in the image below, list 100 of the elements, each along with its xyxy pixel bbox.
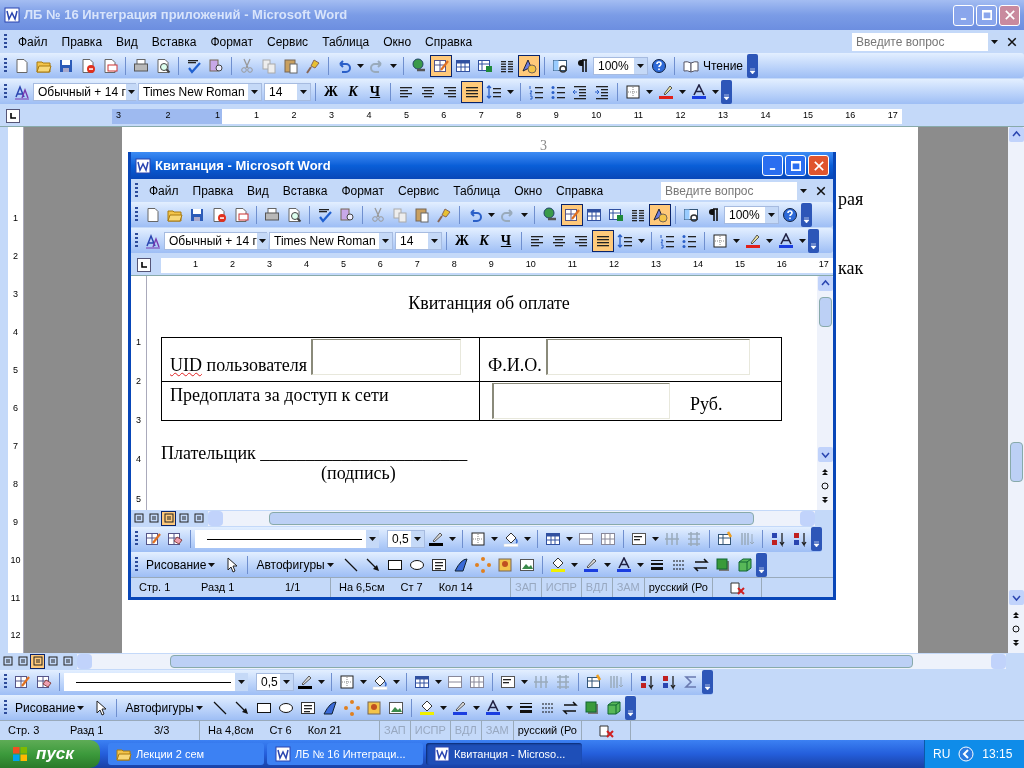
italic-button[interactable]: К (342, 81, 364, 102)
ruler-number: 5 (136, 492, 141, 506)
italic-button[interactable]: К (473, 230, 495, 251)
reading-button[interactable]: Чтение (679, 56, 748, 75)
menu-item[interactable]: Правка (185, 181, 241, 200)
page-indicator: Стр. 1 (139, 580, 172, 596)
text-fragment: как (838, 257, 864, 280)
menu-item[interactable]: Вставка (275, 181, 335, 200)
language-indicator[interactable]: RU (933, 745, 951, 763)
menu-item[interactable]: Таблица (315, 32, 377, 51)
window-title: ЛБ № 16 Интеграция приложений - Microsoft Word (24, 6, 349, 25)
taskbar-button[interactable]: Квитанция - Microso... (426, 743, 582, 765)
ruler-number: 3 (116, 109, 121, 123)
ruler-number: 10 (525, 258, 536, 272)
menu-item[interactable]: Файл (142, 181, 186, 200)
autoshapes-menu[interactable]: Автофигуры (121, 698, 209, 717)
page-indicator: Стр. 3 (8, 723, 41, 739)
ruler-number: 5 (13, 363, 18, 377)
ruler-number: 12 (10, 629, 21, 643)
ruler-number: 15 (802, 109, 813, 123)
autoshapes-menu[interactable]: Автофигуры (252, 555, 340, 574)
menu-item[interactable]: Правка (54, 32, 110, 51)
menu-item[interactable]: Сервис (391, 181, 447, 200)
bold-button[interactable]: Ж (320, 81, 342, 102)
bold-button[interactable]: Ж (451, 230, 473, 251)
font-dropdown[interactable]: Times New Roman (138, 82, 262, 101)
line-indicator: Ст 7 (400, 580, 423, 596)
ruler-number: 2 (229, 258, 235, 272)
font-size-dropdown[interactable]: 14 (264, 82, 311, 101)
ruler-number: 10 (10, 553, 21, 567)
signature-caption: (подпись) (321, 463, 397, 483)
section-indicator: Разд 1 (201, 580, 236, 596)
menu-item[interactable]: Окно (376, 32, 419, 51)
line-weight-dropdown[interactable]: 0,5 (256, 673, 294, 691)
start-button[interactable]: пуск (0, 740, 100, 768)
horizontal-ruler[interactable]: 1 2 3 4 5 6 7 8 9 10 11 12 13 14 15 16 17 (161, 257, 833, 273)
menu-item[interactable]: Вид (240, 181, 276, 200)
column-indicator: Кол 21 (307, 723, 342, 739)
font-size-dropdown[interactable]: 14 (395, 231, 442, 250)
menu-item[interactable]: Вставка (144, 32, 204, 51)
ruler-number: 2 (165, 109, 171, 123)
help-search-field[interactable]: Введите вопрос (852, 32, 1000, 51)
menu-item[interactable]: Справка (549, 181, 611, 200)
ruler-number: 12 (609, 258, 619, 272)
ruler-number: 16 (776, 258, 787, 272)
text-fragment: рая (838, 188, 864, 211)
ruler-number: 6 (13, 401, 18, 415)
ruler-number: 13 (650, 258, 661, 272)
ruler-number: 1 (136, 336, 141, 349)
ruler-number: 2 (291, 109, 297, 123)
font-dropdown[interactable]: Times New Roman (269, 231, 393, 250)
ruler-number: 8 (13, 477, 18, 491)
clock: 13:15 (982, 746, 1013, 763)
drawing-menu[interactable]: Рисование (11, 698, 91, 717)
ruler-number: 2 (13, 249, 18, 263)
menu-item[interactable]: Окно (507, 181, 550, 200)
menu-item[interactable]: Файл (11, 32, 55, 51)
cell-text: Руб. (690, 394, 723, 414)
payer-line: Плательщик _______________________ (161, 443, 469, 463)
ruler-number: 11 (567, 258, 578, 272)
menu-item[interactable]: Справка (418, 32, 480, 51)
ruler-number: 7 (478, 109, 484, 123)
position-indicator: На 4,8см (208, 723, 254, 739)
ruler-number: 2 (136, 375, 141, 389)
help-search-field[interactable]: Введите вопрос (661, 181, 809, 200)
line-weight-dropdown[interactable]: 0,5 (387, 530, 425, 548)
cell-text: UID (170, 355, 202, 375)
line-indicator: Ст 6 (269, 723, 292, 739)
style-dropdown[interactable]: Обычный + 14 г (33, 82, 136, 101)
ruler-number: 10 (591, 109, 602, 123)
menu-item[interactable]: Формат (203, 32, 261, 51)
ruler-number: 4 (303, 258, 309, 272)
window-title: Квитанция - Microsoft Word (155, 156, 332, 175)
menu-item[interactable]: Таблица (446, 181, 508, 200)
section-indicator: Разд 1 (70, 723, 105, 739)
zoom-dropdown[interactable]: 100% (724, 205, 779, 224)
taskbar-button[interactable]: ЛБ № 16 Интеграци... (267, 743, 423, 765)
zoom-dropdown[interactable]: 100% (593, 56, 648, 75)
ruler-number: 17 (887, 109, 898, 123)
ruler-number: 7 (13, 439, 18, 453)
cell-text: Ф.И.О. (488, 355, 542, 375)
ruler-number: 8 (516, 109, 522, 123)
menu-item[interactable]: Формат (334, 181, 392, 200)
ruler-number: 1 (254, 109, 259, 123)
ruler-number: 6 (441, 109, 447, 123)
ruler-number: 7 (414, 258, 420, 272)
ruler-number: 11 (10, 591, 21, 605)
style-dropdown[interactable]: Обычный + 14 г (164, 231, 267, 250)
underline-button[interactable]: Ч (364, 81, 386, 102)
ruler-number: 4 (366, 109, 372, 123)
menu-item[interactable]: Сервис (260, 32, 316, 51)
taskbar-button[interactable]: Лекции 2 сем (108, 743, 264, 765)
vertical-ruler[interactable]: 1 2 3 4 5 (131, 276, 147, 510)
underline-button[interactable]: Ч (495, 230, 517, 251)
ruler-number: 6 (377, 258, 383, 272)
vertical-ruler[interactable]: 1 2 3 4 5 6 7 8 9 10 11 12 (8, 127, 24, 653)
ruler-number: 3 (328, 109, 334, 123)
drawing-menu[interactable]: Рисование (142, 555, 222, 574)
menu-item[interactable]: Вид (109, 32, 145, 51)
ruler-number: 12 (675, 109, 686, 123)
